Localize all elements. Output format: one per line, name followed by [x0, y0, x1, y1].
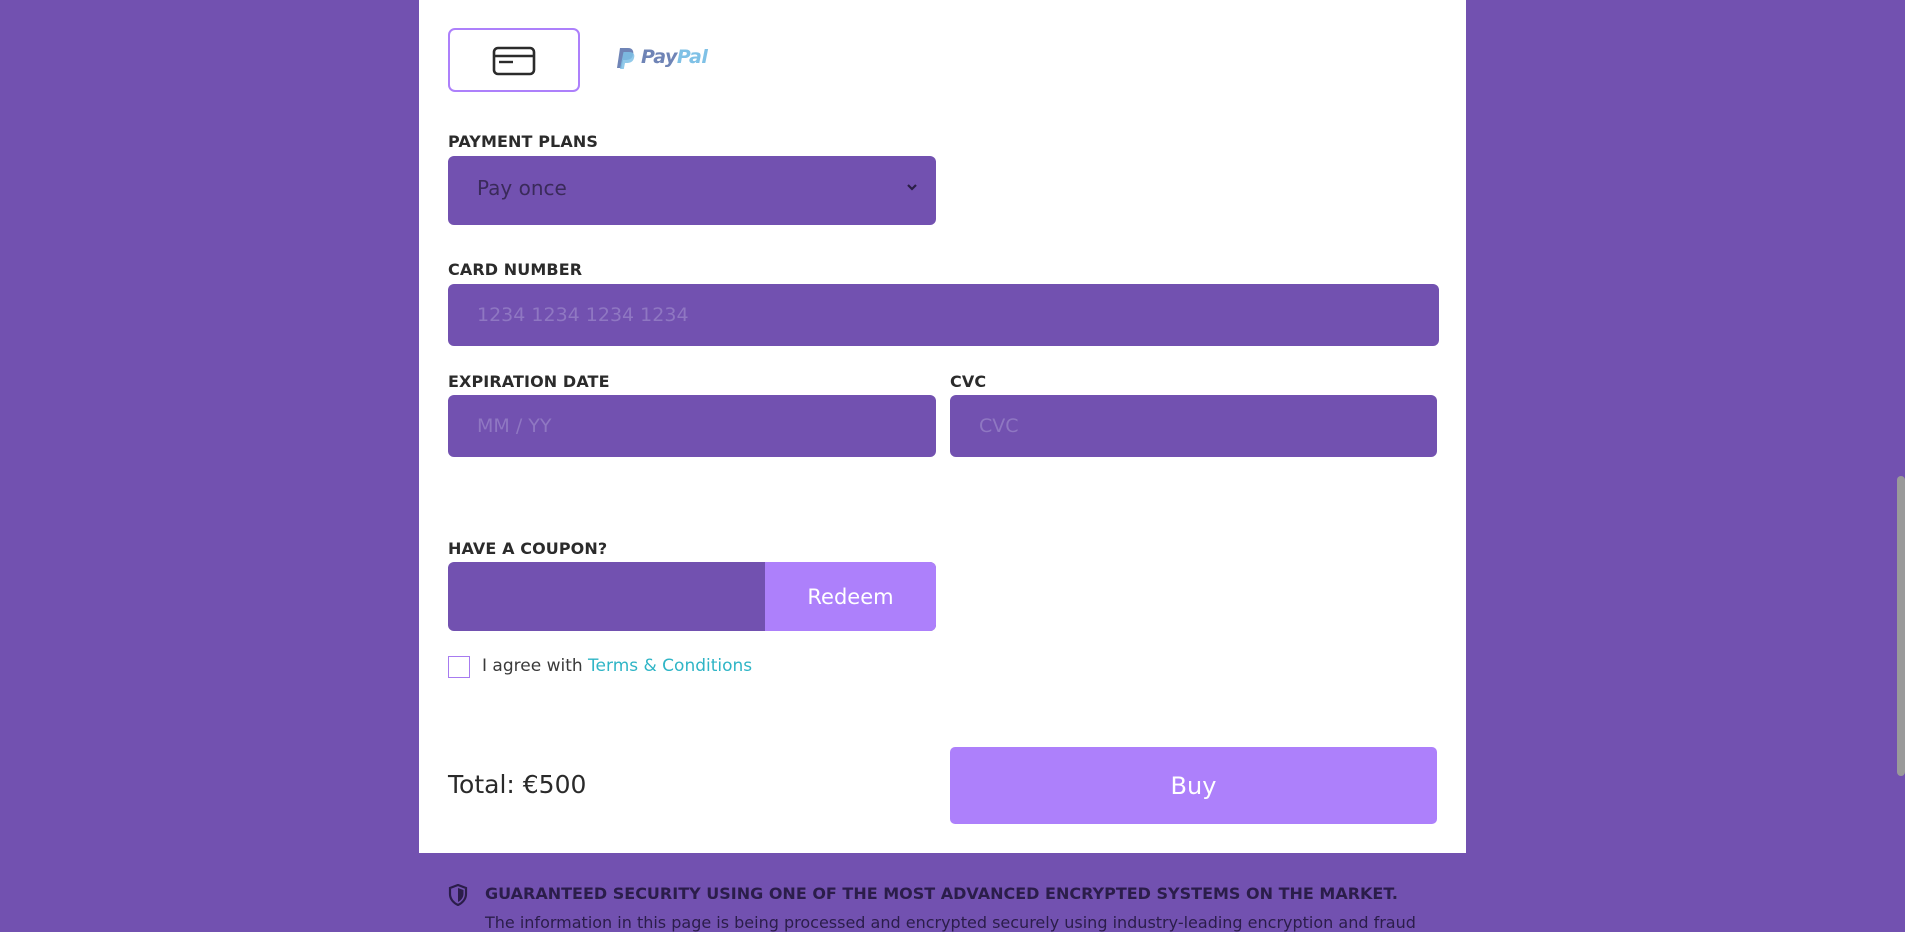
terms-conditions-link[interactable]: Terms & Conditions: [588, 656, 752, 676]
cvc-label: CVC: [950, 372, 987, 391]
terms-prefix: I agree with: [482, 656, 583, 676]
payment-plans-label: PAYMENT PLANS: [448, 132, 598, 151]
security-description: The information in this page is being pr…: [485, 913, 1416, 932]
scrollbar-thumb[interactable]: [1897, 476, 1905, 776]
total-price: Total: €500: [448, 770, 587, 799]
checkout-card: PayPal PAYMENT PLANS Pay once CARD NUMBE…: [419, 0, 1466, 853]
card-number-field-wrapper: [448, 284, 1439, 346]
cvc-field-wrapper: [950, 395, 1437, 457]
coupon-group: Redeem: [448, 562, 936, 631]
redeem-button[interactable]: Redeem: [765, 562, 936, 631]
expiration-date-input[interactable]: [448, 395, 936, 457]
payment-method-card[interactable]: [448, 28, 580, 92]
coupon-input[interactable]: [448, 562, 766, 631]
shield-icon: [448, 884, 468, 906]
expiration-field-wrapper: [448, 395, 936, 457]
payment-plans-select[interactable]: Pay once: [448, 156, 936, 225]
expiration-date-label: EXPIRATION DATE: [448, 372, 610, 391]
terms-agreement-text: I agree with Terms & Conditions: [482, 658, 752, 675]
security-title: GUARANTEED SECURITY USING ONE OF THE MOS…: [485, 884, 1398, 903]
card-number-label: CARD NUMBER: [448, 260, 583, 279]
paypal-logo-icon: [617, 48, 635, 69]
credit-card-icon: [492, 46, 536, 76]
terms-checkbox[interactable]: [448, 656, 470, 678]
payment-plans-selected-value: Pay once: [477, 176, 567, 200]
paypal-wordmark: PayPal: [641, 46, 708, 68]
scrollbar-track[interactable]: [1897, 0, 1905, 932]
card-number-input[interactable]: [448, 284, 1439, 346]
cvc-input[interactable]: [950, 395, 1437, 457]
buy-button[interactable]: Buy: [950, 747, 1437, 824]
payment-method-paypal[interactable]: PayPal: [615, 40, 715, 72]
coupon-label: HAVE A COUPON?: [448, 539, 608, 558]
chevron-down-icon: [907, 184, 917, 191]
